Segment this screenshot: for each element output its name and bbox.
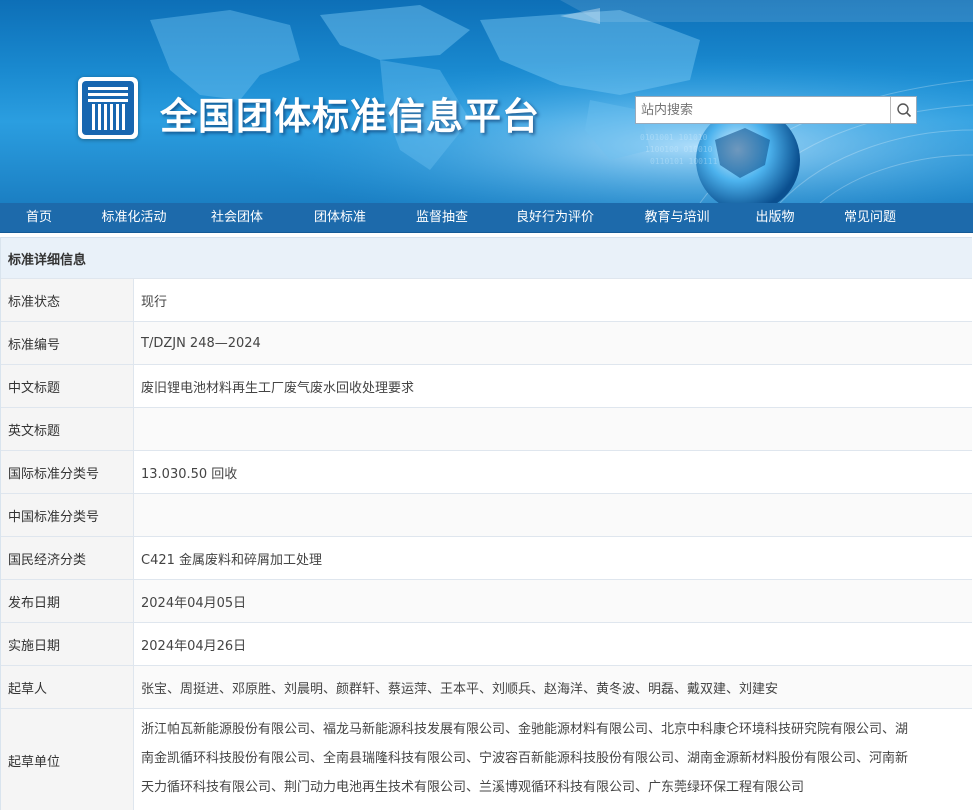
svg-text:0110101 100111: 0110101 100111 bbox=[650, 157, 718, 166]
detail-value bbox=[134, 408, 972, 450]
detail-table-header: 标准详细信息 bbox=[1, 237, 972, 279]
detail-value bbox=[134, 494, 972, 536]
detail-row-status: 标准状态 现行 bbox=[1, 279, 972, 322]
detail-row-chinese-title: 中文标题 废旧锂电池材料再生工厂废气废水回收处理要求 bbox=[1, 365, 972, 408]
detail-row-drafting-units: 起草单位 浙江帕瓦新能源股份有限公司、福龙马新能源科技发展有限公司、金驰能源材料… bbox=[1, 709, 972, 810]
site-search bbox=[635, 96, 917, 124]
detail-value: C421 金属废料和碎屑加工处理 bbox=[134, 537, 972, 579]
nav-item-home[interactable]: 首页 bbox=[0, 203, 78, 233]
detail-row-implementation-date: 实施日期 2024年04月26日 bbox=[1, 623, 972, 666]
main-nav: 首页 标准化活动 社会团体 团体标准 监督抽查 良好行为评价 教育与培训 出版物… bbox=[0, 203, 973, 233]
nav-item-group-standards[interactable]: 团体标准 bbox=[284, 203, 396, 233]
detail-label: 英文标题 bbox=[1, 408, 134, 450]
detail-label: 发布日期 bbox=[1, 580, 134, 622]
drafting-unit-line: 天力循环科技有限公司、荆门动力电池再生技术有限公司、兰溪博观循环科技有限公司、广… bbox=[141, 780, 805, 795]
detail-table-title: 标准详细信息 bbox=[8, 252, 87, 268]
detail-row-publish-date: 发布日期 2024年04月05日 bbox=[1, 580, 972, 623]
detail-label: 标准编号 bbox=[1, 322, 134, 364]
nav-item-faq[interactable]: 常见问题 bbox=[818, 203, 922, 233]
standards-logo-graphic bbox=[82, 81, 134, 135]
svg-text:0101001 101010: 0101001 101010 bbox=[640, 133, 708, 142]
detail-value: 张宝、周挺进、邓原胜、刘晨明、颜群轩、蔡运萍、王本平、刘顺兵、赵海洋、黄冬波、明… bbox=[134, 666, 972, 708]
detail-label: 国际标准分类号 bbox=[1, 451, 134, 493]
detail-value: 浙江帕瓦新能源股份有限公司、福龙马新能源科技发展有限公司、金驰能源材料有限公司、… bbox=[134, 709, 972, 810]
detail-label: 中国标准分类号 bbox=[1, 494, 134, 536]
detail-label: 起草单位 bbox=[1, 709, 134, 810]
detail-label: 中文标题 bbox=[1, 365, 134, 407]
nav-item-supervision[interactable]: 监督抽查 bbox=[396, 203, 488, 233]
detail-row-ics: 国际标准分类号 13.030.50 回收 bbox=[1, 451, 972, 494]
detail-value: T/DZJN 248—2024 bbox=[134, 322, 972, 364]
detail-label: 国民经济分类 bbox=[1, 537, 134, 579]
detail-row-english-title: 英文标题 bbox=[1, 408, 972, 451]
detail-row-standard-number: 标准编号 T/DZJN 248—2024 bbox=[1, 322, 972, 365]
nav-item-social-organizations[interactable]: 社会团体 bbox=[190, 203, 284, 233]
drafting-unit-line: 浙江帕瓦新能源股份有限公司、福龙马新能源科技发展有限公司、金驰能源材料有限公司、… bbox=[141, 722, 909, 737]
detail-label: 起草人 bbox=[1, 666, 134, 708]
site-banner: 0101001 101010 1100100 010010 0110101 10… bbox=[0, 0, 973, 203]
detail-value: 2024年04月05日 bbox=[134, 580, 972, 622]
nav-item-standardization-activities[interactable]: 标准化活动 bbox=[78, 203, 190, 233]
detail-value: 现行 bbox=[134, 279, 972, 321]
nav-item-good-behavior-evaluation[interactable]: 良好行为评价 bbox=[488, 203, 622, 233]
detail-value: 2024年04月26日 bbox=[134, 623, 972, 665]
search-input[interactable] bbox=[636, 97, 890, 123]
detail-label: 标准状态 bbox=[1, 279, 134, 321]
search-button[interactable] bbox=[890, 97, 916, 123]
site-title: 全国团体标准信息平台 bbox=[160, 95, 540, 138]
standards-logo-icon[interactable] bbox=[78, 77, 138, 139]
detail-value: 13.030.50 回收 bbox=[134, 451, 972, 493]
detail-label: 实施日期 bbox=[1, 623, 134, 665]
detail-row-drafters: 起草人 张宝、周挺进、邓原胜、刘晨明、颜群轩、蔡运萍、王本平、刘顺兵、赵海洋、黄… bbox=[1, 666, 972, 709]
drafting-unit-line: 南金凯循环科技股份有限公司、全南县瑞隆科技有限公司、宁波容百新能源科技股份有限公… bbox=[141, 751, 909, 766]
search-icon bbox=[896, 103, 911, 118]
detail-row-economic-classification: 国民经济分类 C421 金属废料和碎屑加工处理 bbox=[1, 537, 972, 580]
svg-text:1100100 010010: 1100100 010010 bbox=[645, 145, 713, 154]
standard-detail-table: 标准详细信息 标准状态 现行 标准编号 T/DZJN 248—2024 中文标题… bbox=[0, 237, 972, 810]
detail-row-ccs: 中国标准分类号 bbox=[1, 494, 972, 537]
nav-item-education-training[interactable]: 教育与培训 bbox=[622, 203, 732, 233]
detail-value: 废旧锂电池材料再生工厂废气废水回收处理要求 bbox=[134, 365, 972, 407]
nav-item-publications[interactable]: 出版物 bbox=[732, 203, 818, 233]
